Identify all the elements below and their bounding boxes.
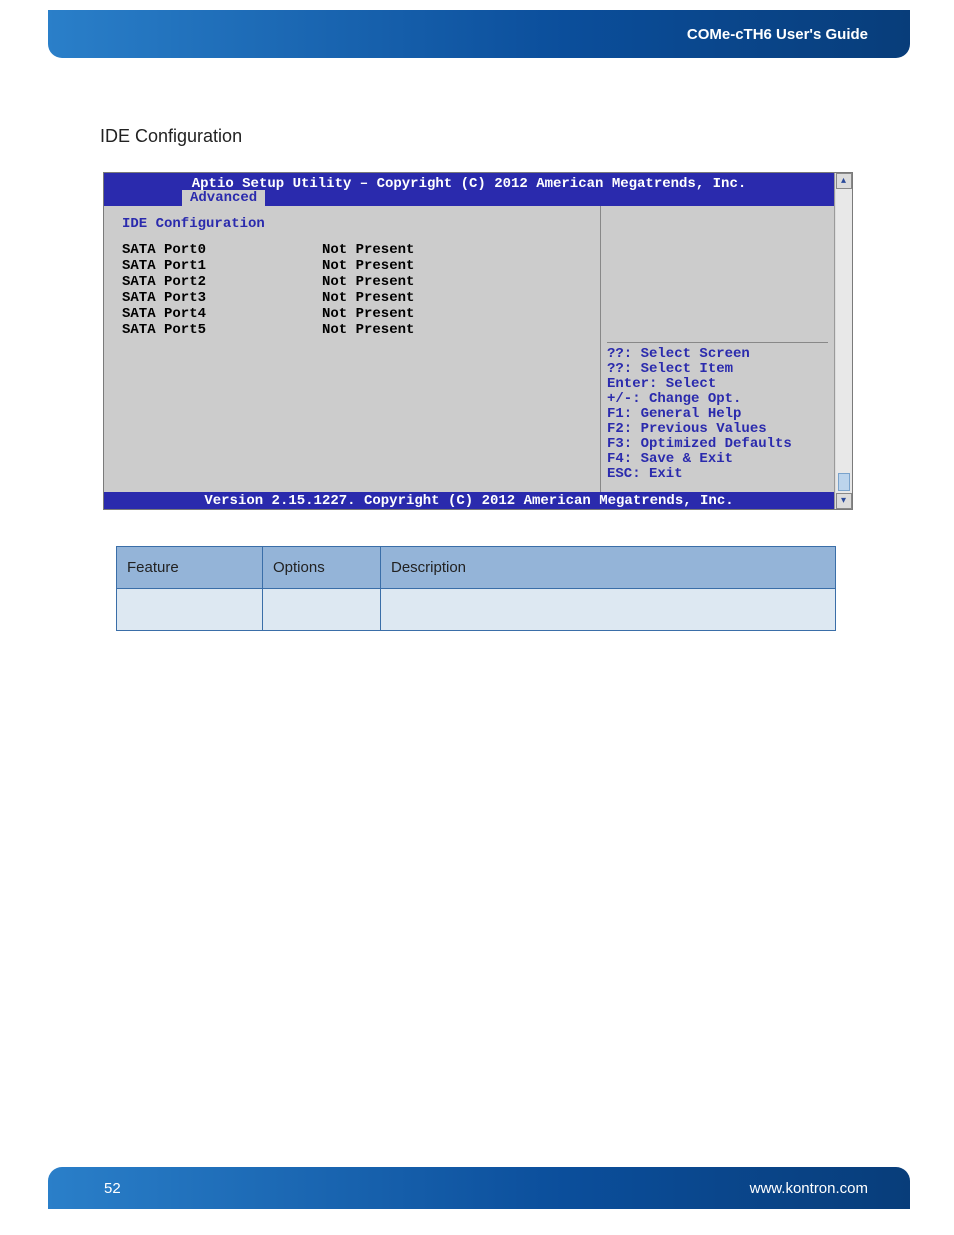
bios-left-pane: IDE Configuration SATA Port0Not Present …: [104, 206, 600, 492]
scroll-down-icon[interactable]: ▾: [836, 493, 852, 509]
sata-port-row: SATA Port2Not Present: [122, 274, 582, 290]
section-title: IDE Configuration: [100, 126, 242, 147]
page-footer: 52 www.kontron.com: [48, 1167, 910, 1209]
help-line: F1: General Help: [607, 407, 828, 422]
scroll-track[interactable]: [836, 189, 852, 493]
page-header: COMe-cTH6 User's Guide: [48, 10, 910, 58]
th-feature: Feature: [117, 547, 263, 589]
help-line: F4: Save & Exit: [607, 452, 828, 467]
bios-help-separator: [607, 342, 828, 343]
bios-title: Aptio Setup Utility – Copyright (C) 2012…: [192, 176, 747, 192]
help-line: ??: Select Screen: [607, 347, 828, 362]
bios-help-keys: ??: Select Screen ??: Select Item Enter:…: [607, 347, 828, 482]
scroll-up-icon[interactable]: ▴: [836, 173, 852, 189]
bios-inner: Aptio Setup Utility – Copyright (C) 2012…: [104, 173, 834, 509]
bios-title-bar: Aptio Setup Utility – Copyright (C) 2012…: [104, 173, 834, 206]
page-number: 52: [104, 1180, 121, 1197]
sata-port-row: SATA Port5Not Present: [122, 322, 582, 338]
help-line: F3: Optimized Defaults: [607, 437, 828, 452]
feature-table: Feature Options Description: [116, 546, 836, 631]
bios-footer: Version 2.15.1227. Copyright (C) 2012 Am…: [104, 492, 834, 509]
footer-url: www.kontron.com: [750, 1180, 868, 1197]
help-line: ??: Select Item: [607, 362, 828, 377]
bios-right-pane: ??: Select Screen ??: Select Item Enter:…: [600, 206, 834, 492]
sata-port-row: SATA Port0Not Present: [122, 242, 582, 258]
table-row: [117, 589, 836, 631]
sata-port-row: SATA Port3Not Present: [122, 290, 582, 306]
th-description: Description: [381, 547, 836, 589]
bios-help-top: [607, 216, 828, 342]
bios-tab-advanced: Advanced: [182, 190, 265, 206]
help-line: ESC: Exit: [607, 467, 828, 482]
sata-port-row: SATA Port4Not Present: [122, 306, 582, 322]
doc-title: COMe-cTH6 User's Guide: [687, 26, 868, 43]
td-feature: [117, 589, 263, 631]
td-options: [263, 589, 381, 631]
help-line: F2: Previous Values: [607, 422, 828, 437]
scrollbar[interactable]: ▴ ▾: [834, 173, 852, 509]
bios-heading: IDE Configuration: [122, 216, 582, 232]
scroll-thumb[interactable]: [838, 473, 850, 491]
sata-port-row: SATA Port1Not Present: [122, 258, 582, 274]
th-options: Options: [263, 547, 381, 589]
bios-screenshot: Aptio Setup Utility – Copyright (C) 2012…: [103, 172, 853, 510]
bios-body: IDE Configuration SATA Port0Not Present …: [104, 206, 834, 492]
help-line: Enter: Select: [607, 377, 828, 392]
td-description: [381, 589, 836, 631]
help-line: +/-: Change Opt.: [607, 392, 828, 407]
